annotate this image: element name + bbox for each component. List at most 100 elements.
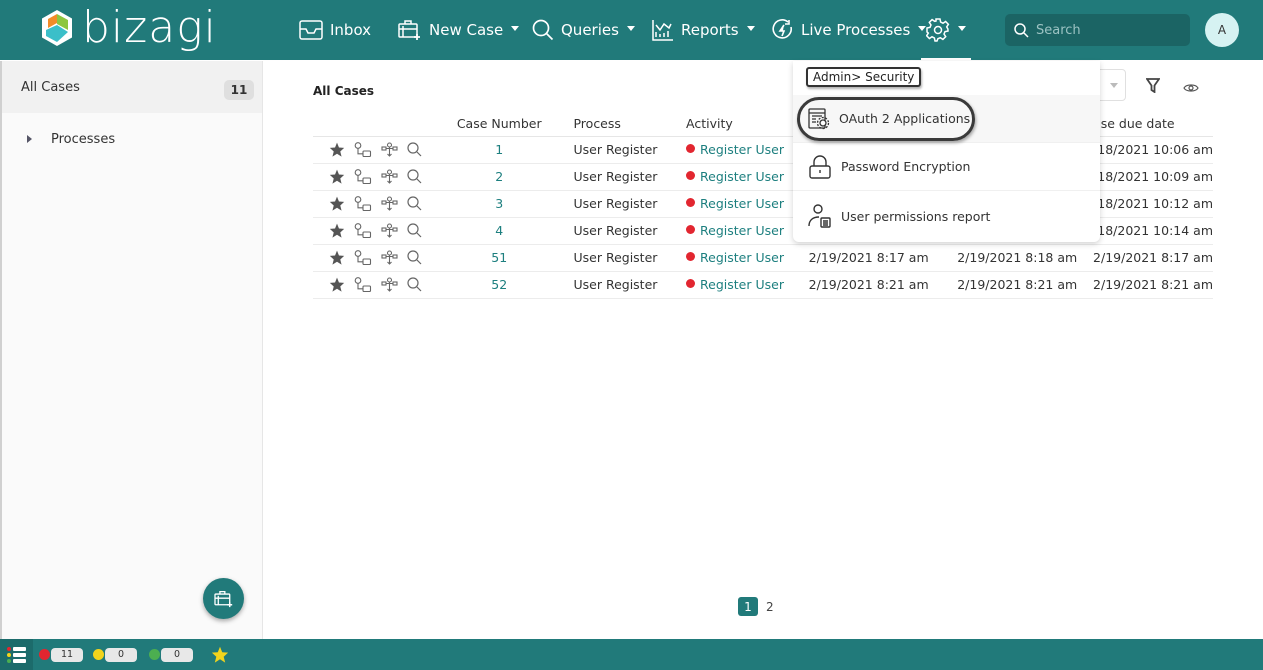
green-status-dot-icon <box>149 649 160 660</box>
table-row: 52 User Register Register User 2/19/2021 8:… <box>313 271 1213 299</box>
menu-item-password-encryption[interactable]: Password Encryption <box>793 143 1100 191</box>
activity-cell: Register User <box>686 217 809 245</box>
process-map-button[interactable] <box>381 141 398 158</box>
view-case-button[interactable] <box>407 169 422 184</box>
nav-reports[interactable]: Reports <box>652 0 755 60</box>
at-risk-cases-counter[interactable]: 0 <box>93 647 137 662</box>
chevron-down-icon <box>746 26 755 31</box>
favorite-button[interactable] <box>329 277 345 292</box>
case-due-date-cell: /18/2021 10:09 am <box>1093 163 1213 191</box>
activity-link[interactable]: Register User <box>700 250 784 265</box>
activity-cell: Register User <box>686 271 809 299</box>
case-number-link[interactable]: 2 <box>495 169 503 184</box>
workflow-icon <box>354 249 372 265</box>
case-due-date-cell: /18/2021 10:12 am <box>1093 190 1213 218</box>
case-number-link[interactable]: 4 <box>495 223 503 238</box>
red-status-dot-icon <box>39 649 50 660</box>
case-number-cell: 51 <box>424 244 574 272</box>
process-map-icon <box>381 195 398 211</box>
at-risk-count: 0 <box>105 647 137 662</box>
favorites-button[interactable] <box>211 646 229 663</box>
sidebar-item-all-cases[interactable]: All Cases 11 <box>2 61 262 113</box>
process-map-button[interactable] <box>381 249 398 266</box>
nav-queries[interactable]: Queries <box>532 0 635 60</box>
nav-live-processes-label: Live Processes <box>801 21 911 39</box>
lock-icon <box>809 154 831 179</box>
column-header-process[interactable]: Process <box>573 111 687 137</box>
activity-link[interactable]: Register User <box>700 277 784 292</box>
row-actions <box>313 136 425 164</box>
search-icon <box>407 223 422 238</box>
case-number-link[interactable]: 52 <box>491 277 507 292</box>
favorite-button[interactable] <box>329 169 345 184</box>
sidebar-item-label: Processes <box>51 131 116 147</box>
sidebar-item-processes[interactable]: Processes <box>2 113 262 165</box>
activity-cell: Register User <box>686 244 809 272</box>
search-icon <box>407 169 422 184</box>
on-time-cases-counter[interactable]: 0 <box>149 647 193 662</box>
workflow-button[interactable] <box>354 195 372 212</box>
case-number-link[interactable]: 3 <box>495 196 503 211</box>
case-number-cell: 4 <box>424 217 574 245</box>
favorite-button[interactable] <box>329 142 345 157</box>
search-input[interactable] <box>1036 22 1176 38</box>
filter-button[interactable] <box>1145 78 1161 97</box>
column-header-activity[interactable]: Activity <box>686 111 809 137</box>
view-case-button[interactable] <box>407 196 422 211</box>
status-list-toggle[interactable] <box>0 639 33 670</box>
process-map-button[interactable] <box>381 276 398 293</box>
column-header-actions <box>313 111 425 137</box>
search-icon <box>407 250 422 265</box>
expand-arrow-icon[interactable] <box>27 135 32 143</box>
page-1-button[interactable]: 1 <box>738 597 758 616</box>
favorite-button[interactable] <box>329 223 345 238</box>
case-number-cell: 1 <box>424 136 574 164</box>
process-map-icon <box>381 141 398 157</box>
gear-icon <box>926 18 950 42</box>
view-case-button[interactable] <box>407 250 422 265</box>
date-cell-1: 2/19/2021 8:21 am <box>808 271 958 299</box>
activity-link[interactable]: Register User <box>700 196 784 211</box>
column-visibility-button[interactable] <box>1183 79 1199 98</box>
bizagi-logo[interactable]: bizagi <box>40 6 217 50</box>
view-case-button[interactable] <box>407 223 422 238</box>
case-number-link[interactable]: 51 <box>491 250 507 265</box>
process-cell: User Register <box>573 271 687 299</box>
workflow-button[interactable] <box>354 249 372 266</box>
admin-settings-menu[interactable] <box>921 0 971 60</box>
page-2-button[interactable]: 2 <box>766 600 774 614</box>
page-title: All Cases <box>313 84 375 98</box>
case-due-date-cell: /18/2021 10:14 am <box>1093 217 1213 245</box>
view-case-button[interactable] <box>407 277 422 292</box>
workflow-button[interactable] <box>354 222 372 239</box>
column-header-case-number[interactable]: Case Number <box>424 111 574 137</box>
admin-security-dropdown: Admin> Security OAuth 2 Applications Pas… <box>793 61 1100 242</box>
activity-link[interactable]: Register User <box>700 223 784 238</box>
favorite-button[interactable] <box>329 250 345 265</box>
column-header-case-due-date[interactable]: ase due date <box>1093 111 1213 137</box>
user-avatar[interactable]: A <box>1205 13 1239 47</box>
process-map-button[interactable] <box>381 222 398 239</box>
workflow-button[interactable] <box>354 141 372 158</box>
new-case-fab-button[interactable] <box>203 578 244 619</box>
process-map-button[interactable] <box>381 168 398 185</box>
process-map-button[interactable] <box>381 195 398 212</box>
case-number-link[interactable]: 1 <box>495 142 503 157</box>
nav-inbox[interactable]: Inbox <box>299 0 371 60</box>
view-case-button[interactable] <box>407 142 422 157</box>
nav-new-case[interactable]: New Case <box>398 0 520 60</box>
row-actions <box>313 217 425 245</box>
favorite-button[interactable] <box>329 196 345 211</box>
search-box[interactable] <box>1005 14 1190 46</box>
overdue-cases-counter[interactable]: 11 <box>39 647 83 662</box>
menu-item-oauth2-applications[interactable]: OAuth 2 Applications <box>793 95 1100 143</box>
workflow-button[interactable] <box>354 276 372 293</box>
star-icon <box>329 169 345 184</box>
case-number-cell: 3 <box>424 190 574 218</box>
workflow-button[interactable] <box>354 168 372 185</box>
menu-item-user-permissions-report[interactable]: User permissions report <box>793 192 1100 240</box>
star-icon <box>329 250 345 265</box>
activity-link[interactable]: Register User <box>700 169 784 184</box>
nav-live-processes[interactable]: Live Processes <box>772 0 927 60</box>
activity-link[interactable]: Register User <box>700 142 784 157</box>
